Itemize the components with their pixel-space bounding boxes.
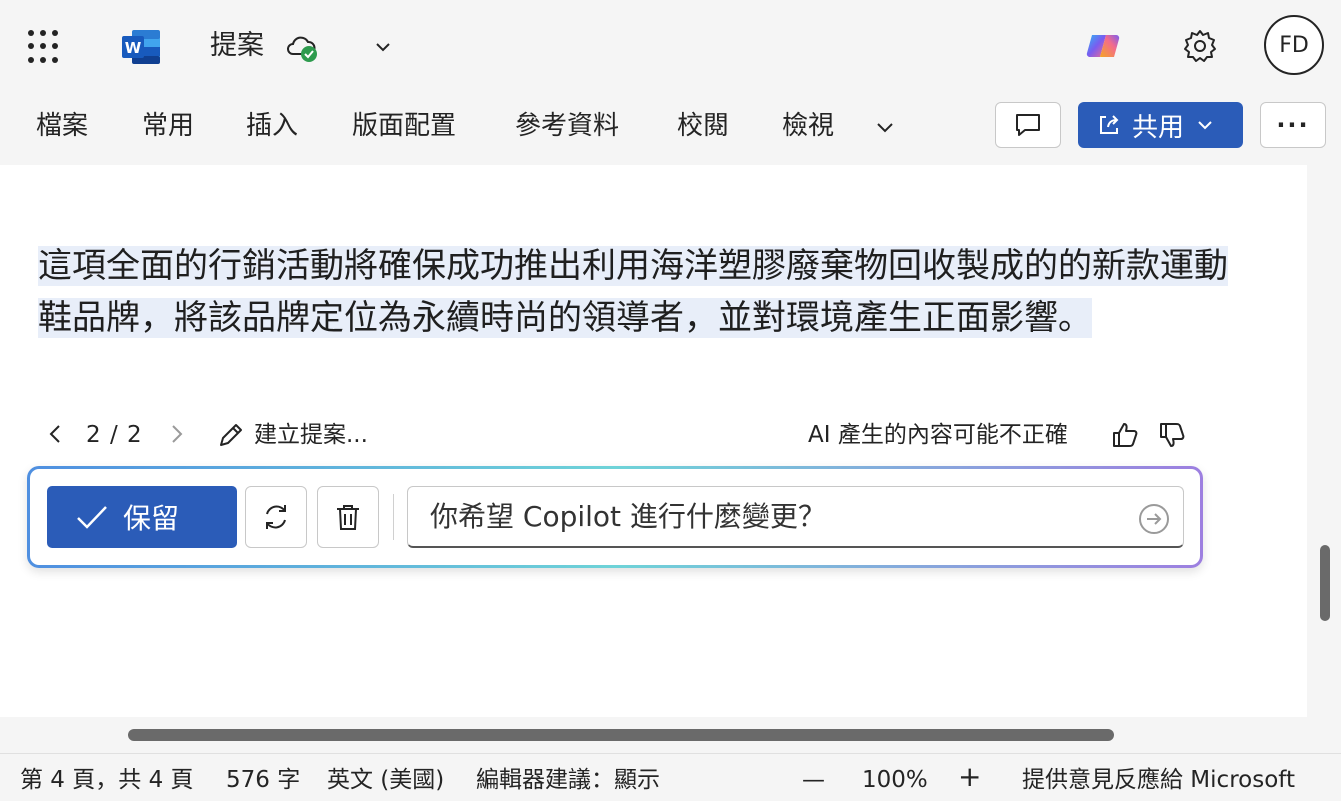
comments-button[interactable] [995, 102, 1061, 148]
zoom-out-button[interactable]: — [802, 764, 825, 796]
keep-label: 保留 [123, 502, 180, 535]
feedback-link[interactable]: 提供意見反應給 Microsoft [1022, 764, 1295, 796]
next-suggestion-icon[interactable] [164, 422, 188, 446]
app-launcher-icon[interactable] [28, 30, 62, 64]
tab-view[interactable]: 檢視 [782, 108, 834, 144]
chevron-down-icon[interactable] [372, 36, 394, 58]
tab-home[interactable]: 常用 [142, 108, 194, 144]
tab-references[interactable]: 參考資料 [515, 108, 619, 144]
checkmark-icon [77, 506, 107, 529]
tab-review[interactable]: 校閱 [677, 108, 729, 144]
more-tabs-chevron-icon[interactable] [872, 114, 898, 140]
comment-icon [1016, 114, 1040, 136]
share-button[interactable]: 共用 [1078, 102, 1243, 148]
tab-insert[interactable]: 插入 [246, 108, 298, 144]
suggestion-counter: 2 / 2 [86, 422, 143, 448]
vertical-scrollbar[interactable] [1320, 545, 1330, 621]
create-suggestion-link[interactable]: 建立提案... [254, 418, 368, 452]
send-arrow-icon[interactable] [1138, 503, 1170, 535]
share-icon [1100, 115, 1119, 134]
copilot-prompt-input[interactable] [407, 486, 1184, 548]
ai-disclaimer: AI 產生的內容可能不正確 [808, 422, 1068, 448]
discard-button[interactable] [317, 486, 379, 548]
previous-suggestion-icon[interactable] [44, 422, 68, 446]
word-count[interactable]: 576 字 [226, 764, 300, 796]
cloud-saved-icon[interactable] [284, 30, 320, 64]
title-bar [0, 0, 1341, 92]
share-label: 共用 [1132, 112, 1185, 143]
keep-button[interactable]: 保留 [47, 486, 237, 548]
settings-gear-icon[interactable] [1182, 28, 1218, 64]
tab-layout[interactable]: 版面配置 [352, 108, 456, 144]
document-paragraph[interactable]: 這項全面的行銷活動將確保成功推出利用海洋塑膠廢棄物回收製成的的新款運動鞋品牌，將… [38, 240, 1238, 344]
user-avatar[interactable]: FD [1264, 15, 1324, 75]
svg-text:W: W [125, 39, 142, 57]
copilot-action-bar: 保留 [27, 466, 1203, 568]
language-status[interactable]: 英文 (美國) [327, 764, 444, 796]
trash-icon [337, 505, 359, 530]
refresh-icon [266, 505, 286, 529]
thumbs-up-icon[interactable] [1110, 420, 1140, 450]
horizontal-scrollbar[interactable] [128, 729, 1114, 741]
regenerate-button[interactable] [245, 486, 307, 548]
tab-file[interactable]: 檔案 [36, 108, 88, 144]
thumbs-down-icon[interactable] [1157, 420, 1187, 450]
document-title[interactable]: 提案 [210, 28, 264, 64]
suggested-text: 這項全面的行銷活動將確保成功推出利用海洋塑膠廢棄物回收製成的的新款運動鞋品牌，將… [38, 246, 1228, 338]
zoom-level[interactable]: 100% [862, 764, 928, 796]
divider [393, 494, 394, 540]
zoom-in-button[interactable]: + [958, 761, 981, 793]
word-logo-icon[interactable]: W [120, 28, 162, 66]
pencil-icon[interactable] [216, 420, 246, 450]
chevron-down-icon [1198, 121, 1212, 130]
editor-suggestions[interactable]: 編輯器建議：顯示 [476, 764, 660, 796]
copilot-icon[interactable] [1084, 27, 1122, 65]
more-options-button[interactable]: ··· [1260, 102, 1326, 148]
page-info[interactable]: 第 4 頁，共 4 頁 [20, 764, 194, 796]
